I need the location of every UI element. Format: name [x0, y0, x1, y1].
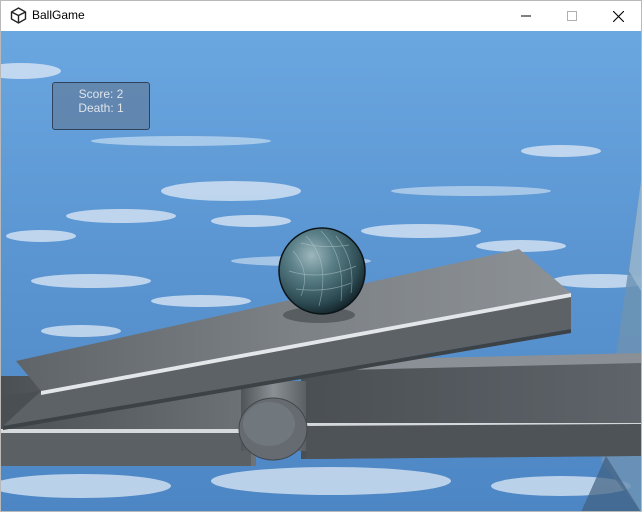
title-bar[interactable]: BallGame: [1, 1, 641, 31]
maximize-icon: [567, 11, 577, 21]
minimize-icon: [521, 15, 531, 17]
score-label: Score: 2: [78, 87, 124, 101]
minimize-button[interactable]: [503, 1, 549, 31]
score-hud-panel: Score: 2 Death: 1: [52, 82, 150, 130]
game-window: BallGame Score: 2 Death: 1: [0, 0, 642, 512]
window-title: BallGame: [32, 8, 85, 22]
close-icon: [612, 10, 624, 22]
unity-logo-icon: [10, 7, 27, 24]
game-viewport[interactable]: Score: 2 Death: 1: [1, 31, 641, 511]
player-ball: [278, 227, 366, 315]
pivot-cylinder: [238, 381, 308, 461]
death-label: Death: 1: [78, 101, 124, 115]
maximize-button[interactable]: [549, 1, 595, 31]
close-button[interactable]: [595, 1, 641, 31]
